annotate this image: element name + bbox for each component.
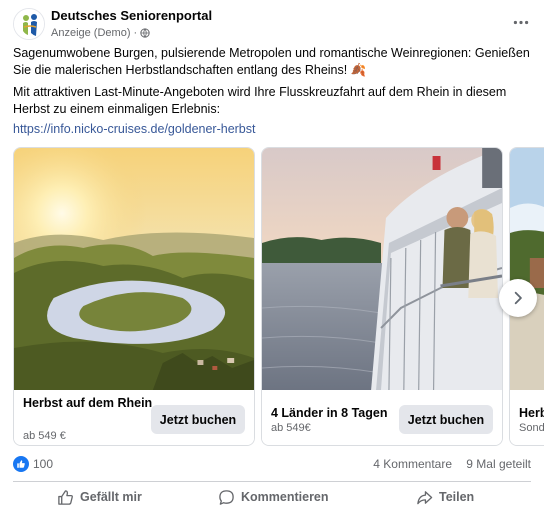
post-text-paragraph-2: Mit attraktiven Last-Minute-Angeboten wi… bbox=[13, 85, 507, 116]
card-title: Herb bbox=[519, 406, 544, 420]
share-arrow-icon bbox=[417, 490, 433, 504]
card-price: ab 549 € bbox=[23, 430, 66, 442]
post-link[interactable]: https://info.nicko-cruises.de/goldener-h… bbox=[13, 122, 256, 136]
like-button[interactable]: Gefällt mir bbox=[57, 484, 142, 510]
seniorenportal-logo bbox=[14, 9, 44, 39]
more-dots-icon bbox=[513, 20, 529, 24]
card-title: 4 Länder in 8 Tagen bbox=[271, 406, 388, 420]
sponsored-label[interactable]: Anzeige (Demo) bbox=[51, 27, 130, 39]
card-price: Sond bbox=[519, 422, 544, 434]
card-caption: 4 Länder in 8 Tagen ab 549€ Jetzt buchen bbox=[262, 390, 502, 445]
post-stats: 100 4 Kommentare 9 Mal geteilt bbox=[13, 456, 531, 472]
comment-button[interactable]: Kommentieren bbox=[218, 484, 329, 510]
comment-label: Kommentieren bbox=[241, 490, 329, 504]
chevron-right-icon bbox=[514, 291, 522, 305]
card-caption: Herb Sond bbox=[510, 390, 544, 445]
thumbs-up-outline-icon bbox=[58, 489, 73, 505]
rhine-landscape-image bbox=[510, 148, 544, 390]
stats-divider bbox=[13, 481, 531, 482]
book-now-button[interactable]: Jetzt buchen bbox=[399, 405, 493, 434]
carousel-card-2[interactable]: 4 Länder in 8 Tagen ab 549€ Jetzt buchen bbox=[261, 147, 503, 446]
post-text-paragraph-1: Sagenumwobene Burgen, pulsierende Metrop… bbox=[13, 46, 530, 77]
post-header: Deutsches Seniorenportal Anzeige (Demo) … bbox=[13, 6, 533, 42]
book-now-button[interactable]: Jetzt buchen bbox=[151, 405, 245, 434]
page-avatar[interactable] bbox=[13, 8, 45, 40]
more-options-button[interactable] bbox=[509, 12, 533, 32]
share-label: Teilen bbox=[439, 490, 475, 504]
card-title: Herbst auf dem Rhein bbox=[23, 396, 153, 410]
cruise-ship-couple-image bbox=[262, 148, 502, 390]
share-count[interactable]: 9 Mal geteilt bbox=[466, 457, 531, 471]
card-price: ab 549€ bbox=[271, 422, 311, 434]
rhine-bend-image bbox=[14, 148, 254, 390]
globe-icon bbox=[140, 28, 150, 38]
comment-count[interactable]: 4 Kommentare bbox=[373, 457, 452, 471]
sponsored-line: Anzeige (Demo) · bbox=[51, 27, 150, 39]
share-button[interactable]: Teilen bbox=[416, 484, 474, 510]
card-caption: Herbst auf dem Rhein ab 549 € Jetzt buch… bbox=[14, 390, 254, 445]
post-actions: Gefällt mir Kommentieren Teilen bbox=[13, 484, 531, 510]
separator-dot: · bbox=[133, 27, 138, 39]
carousel-card-1[interactable]: Herbst auf dem Rhein ab 549 € Jetzt buch… bbox=[13, 147, 255, 446]
thumbs-up-icon bbox=[17, 460, 25, 468]
page-name[interactable]: Deutsches Seniorenportal bbox=[51, 8, 212, 23]
carousel-next-button[interactable] bbox=[499, 279, 537, 317]
ad-carousel: Herbst auf dem Rhein ab 549 € Jetzt buch… bbox=[13, 147, 544, 447]
like-reaction-badge[interactable] bbox=[13, 456, 29, 472]
like-count[interactable]: 100 bbox=[33, 457, 53, 471]
speech-bubble-icon bbox=[219, 489, 234, 505]
like-label: Gefällt mir bbox=[80, 490, 142, 504]
